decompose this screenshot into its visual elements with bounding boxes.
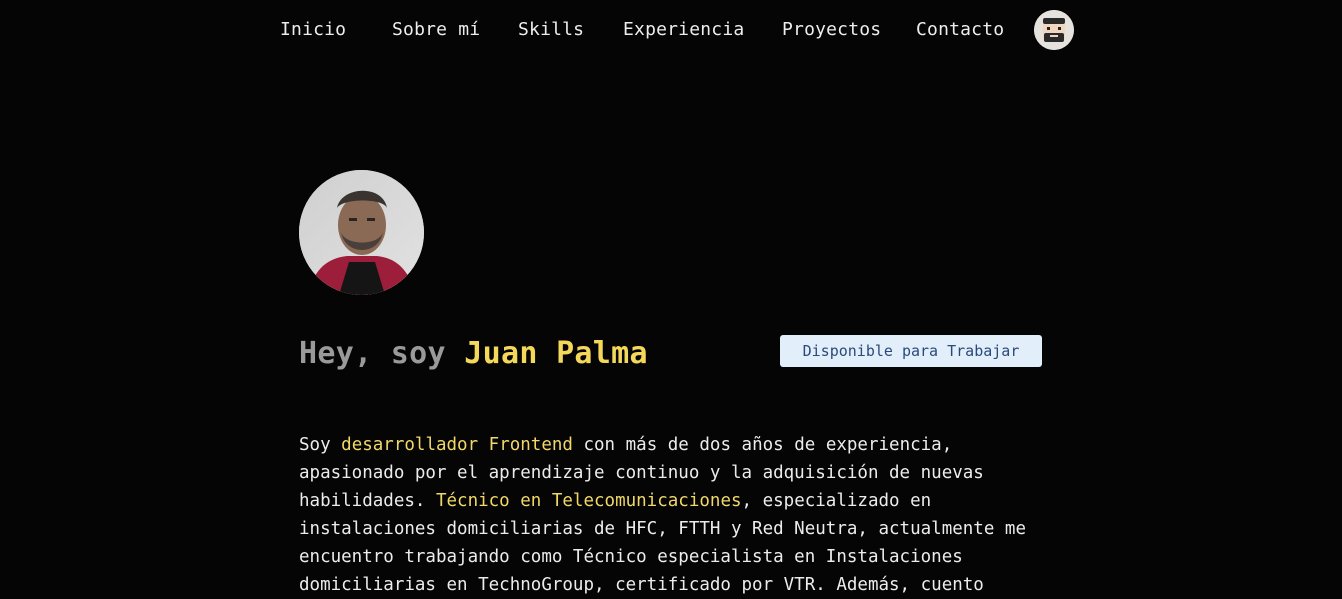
top-navigation: Inicio Sobre mí Skills Experiencia Proye… (0, 0, 1342, 60)
profile-photo (299, 170, 424, 295)
bio-highlight-frontend: desarrollador Frontend (341, 435, 573, 455)
nav-link-proyectos[interactable]: Proyectos (782, 19, 881, 40)
hero-headline: Hey, soy Juan Palma (299, 336, 648, 371)
hero-name: Juan Palma (464, 336, 648, 371)
availability-badge: Disponible para Trabajar (780, 335, 1042, 367)
nav-link-contacto[interactable]: Contacto (916, 19, 1004, 40)
bio-paragraph: Soy desarrollador Frontend con más de do… (299, 431, 1029, 599)
nav-link-sobre-mi[interactable]: Sobre mí (392, 19, 480, 40)
greeting-text: Hey, soy (299, 336, 465, 371)
avatar-face-icon (1034, 10, 1074, 50)
bio-text-1: Soy (299, 435, 342, 455)
nav-link-inicio[interactable]: Inicio (280, 19, 346, 40)
person-portrait-icon (299, 170, 424, 295)
nav-link-skills[interactable]: Skills (518, 19, 584, 40)
bio-highlight-telecom: Técnico en Telecomunicaciones (435, 491, 742, 511)
nav-link-experiencia[interactable]: Experiencia (623, 19, 744, 40)
cartoon-face-avatar-icon[interactable] (1034, 10, 1074, 50)
